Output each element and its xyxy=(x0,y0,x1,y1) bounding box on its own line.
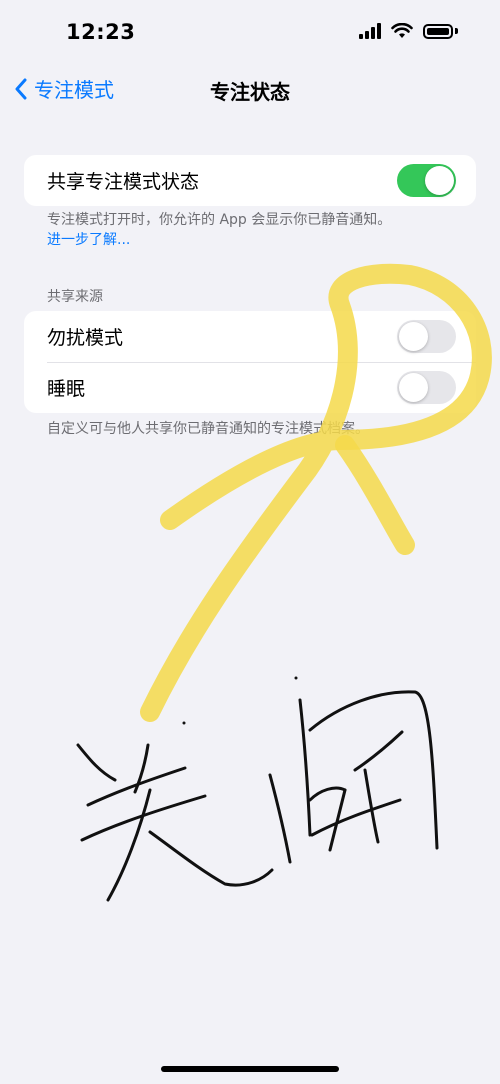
wifi-icon xyxy=(391,23,413,38)
share-from-footer: 自定义可与他人共享你已静音通知的专注模式档案。 xyxy=(47,421,369,437)
share-focus-status-label: 共享专注模式状态 xyxy=(47,171,200,193)
status-time: 12:23 xyxy=(66,20,136,44)
home-indicator xyxy=(161,1066,339,1072)
cellular-signal-icon xyxy=(359,23,381,39)
toggle-knob xyxy=(399,373,428,402)
navigation-bar: 专注模式 专注状态 xyxy=(0,70,500,108)
share-status-footer: 专注模式打开时，你允许的 App 会显示你已静音通知。 进一步了解... xyxy=(47,210,391,250)
share-from-group: 勿扰模式 睡眠 xyxy=(24,311,476,413)
battery-tip xyxy=(455,28,458,34)
stray-dot xyxy=(294,676,298,680)
share-from-row-do-not-disturb: 勿扰模式 xyxy=(24,311,476,362)
page-title: 专注状态 xyxy=(210,80,290,104)
share-status-footer-text: 专注模式打开时，你允许的 App 会显示你已静音通知。 xyxy=(47,212,392,228)
stray-dot xyxy=(182,721,186,725)
status-bar: 12:23 xyxy=(0,0,500,64)
do-not-disturb-toggle[interactable] xyxy=(397,320,456,353)
sleep-toggle[interactable] xyxy=(397,371,456,404)
share-from-item-label: 勿扰模式 xyxy=(47,327,124,349)
handwritten-close-text xyxy=(76,690,439,902)
share-focus-status-row: 共享专注模式状态 xyxy=(24,155,476,206)
battery-icon xyxy=(423,23,453,39)
share-from-header: 共享来源 xyxy=(47,289,103,305)
toggle-knob xyxy=(399,322,428,351)
share-focus-status-toggle[interactable] xyxy=(397,164,456,197)
status-icons xyxy=(359,23,458,39)
share-from-row-sleep: 睡眠 xyxy=(24,362,476,413)
learn-more-link[interactable]: 进一步了解... xyxy=(47,230,391,250)
share-from-item-label: 睡眠 xyxy=(47,378,86,400)
share-status-group: 共享专注模式状态 xyxy=(24,155,476,206)
toggle-knob xyxy=(425,166,454,195)
